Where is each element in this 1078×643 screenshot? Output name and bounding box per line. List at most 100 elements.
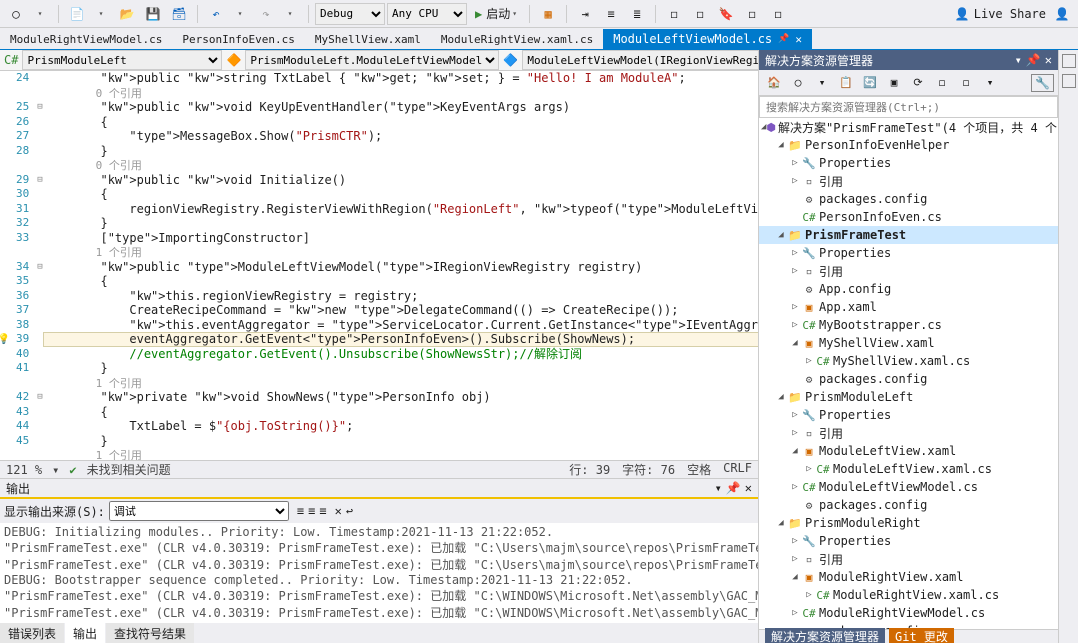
tree-node[interactable]: ⚙packages.config bbox=[759, 496, 1058, 514]
tree-node[interactable]: ◢📁PrismModuleLeft bbox=[759, 388, 1058, 406]
tree-node[interactable]: ▷🔧Properties bbox=[759, 406, 1058, 424]
open-file-icon[interactable]: 📂 bbox=[115, 3, 139, 25]
bottomtab-errors[interactable]: 错误列表 bbox=[0, 623, 64, 643]
nav-member-select[interactable]: ModuleLeftViewModel(IRegionViewRegistry … bbox=[522, 50, 758, 70]
tab-0[interactable]: ModuleRightViewModel.cs bbox=[0, 30, 172, 49]
tree-node[interactable]: ▷▫引用 bbox=[759, 172, 1058, 190]
strip-icon-1[interactable] bbox=[1062, 54, 1076, 68]
output-dropdown-icon[interactable]: ▾ bbox=[715, 481, 722, 495]
step-icon-1[interactable]: ⇥ bbox=[573, 3, 597, 25]
tree-node[interactable]: ◢📁PrismFrameTest bbox=[759, 226, 1058, 244]
tab-2[interactable]: MyShellView.xaml bbox=[305, 30, 431, 49]
nav-class-select[interactable]: PrismModuleLeft.ModuleLeftViewModel bbox=[245, 50, 499, 70]
redo-icon[interactable]: ↷ bbox=[254, 3, 278, 25]
bottomtab-output[interactable]: 输出 bbox=[65, 623, 105, 643]
se-t2[interactable]: 📋 bbox=[835, 72, 857, 94]
close-icon[interactable]: ✕ bbox=[795, 33, 802, 46]
output-clear-icon[interactable]: ✕ bbox=[335, 504, 342, 518]
step-icon-3[interactable]: ≣ bbox=[625, 3, 649, 25]
se-sync-icon[interactable]: 🔄 bbox=[859, 72, 881, 94]
nav-project-select[interactable]: PrismModuleLeft bbox=[22, 50, 222, 70]
tab-4-active[interactable]: ModuleLeftViewModel.cs 📌 ✕ bbox=[603, 29, 812, 49]
issues-text[interactable]: 未找到相关问题 bbox=[87, 461, 171, 478]
se-dropdown-icon[interactable]: ▾ bbox=[1015, 53, 1022, 67]
tree-node[interactable]: ▷C#ModuleLeftViewModel.cs bbox=[759, 478, 1058, 496]
tree-node[interactable]: ◢▣MyShellView.xaml bbox=[759, 334, 1058, 352]
tool-icon-5[interactable]: ◻ bbox=[766, 3, 790, 25]
tree-node[interactable]: ◢📁PrismModuleRight bbox=[759, 514, 1058, 532]
strip-icon-2[interactable] bbox=[1062, 74, 1076, 88]
tree-node[interactable]: ▷🔧Properties bbox=[759, 244, 1058, 262]
tree-node[interactable]: ⚙App.config bbox=[759, 280, 1058, 298]
bottomstatus-se[interactable]: 解决方案资源管理器 bbox=[765, 628, 885, 643]
tab-1[interactable]: PersonInfoEven.cs bbox=[172, 30, 305, 49]
se-properties-icon[interactable]: 🔧 bbox=[1031, 74, 1054, 92]
tree-node[interactable]: ▷▣App.xaml bbox=[759, 298, 1058, 316]
tree-node[interactable]: ▷🔧Properties bbox=[759, 532, 1058, 550]
save-icon[interactable]: 💾 bbox=[141, 3, 165, 25]
redo-dropdown[interactable]: ▾ bbox=[278, 3, 302, 25]
new-file-icon[interactable]: 📄 bbox=[65, 3, 89, 25]
se-search-input[interactable] bbox=[759, 96, 1058, 118]
undo-dropdown[interactable]: ▾ bbox=[228, 3, 252, 25]
user-icon[interactable]: 👤 bbox=[1050, 3, 1074, 25]
tree-node[interactable]: ▷▫引用 bbox=[759, 262, 1058, 280]
nav-back-icon[interactable]: ◯ bbox=[4, 3, 28, 25]
output-tool-3[interactable]: ≡ bbox=[319, 504, 326, 518]
nav-dropdown-icon[interactable]: ▾ bbox=[28, 3, 52, 25]
bottomstatus-git[interactable]: Git 更改 bbox=[889, 628, 954, 643]
tool-icon-1[interactable]: ▦ bbox=[536, 3, 560, 25]
tree-node[interactable]: ▷▫引用 bbox=[759, 424, 1058, 442]
platform-select[interactable]: Any CPU bbox=[387, 3, 467, 25]
se-t5[interactable]: ◻ bbox=[955, 72, 977, 94]
new-file-dropdown[interactable]: ▾ bbox=[89, 3, 113, 25]
liveshare-button[interactable]: Live Share bbox=[974, 7, 1046, 21]
zoom-level[interactable]: 121 % bbox=[6, 463, 42, 477]
output-wrap-icon[interactable]: ↩ bbox=[346, 504, 353, 518]
se-t5d[interactable]: ▾ bbox=[979, 72, 1001, 94]
se-home-icon[interactable]: 🏠 bbox=[763, 72, 785, 94]
config-select[interactable]: Debug bbox=[315, 3, 385, 25]
output-tool-1[interactable]: ≡ bbox=[297, 504, 304, 518]
solution-root-node[interactable]: ◢ ⬢ 解决方案"PrismFrameTest"(4 个项目，共 4 个) bbox=[759, 118, 1058, 136]
comment-icon[interactable]: ◻ bbox=[662, 3, 686, 25]
se-close-icon[interactable]: ✕ bbox=[1045, 53, 1052, 67]
tool-icon-4[interactable]: ◻ bbox=[740, 3, 764, 25]
tree-node[interactable]: ▷▫引用 bbox=[759, 550, 1058, 568]
tree-node[interactable]: ▷C#ModuleLeftView.xaml.cs bbox=[759, 460, 1058, 478]
se-pin-icon[interactable]: 📌 bbox=[1026, 53, 1041, 67]
tree-node[interactable]: ▷C#MyShellView.xaml.cs bbox=[759, 352, 1058, 370]
tree-node[interactable]: ◢📁PersonInfoEvenHelper bbox=[759, 136, 1058, 154]
tree-node[interactable]: ◢▣ModuleRightView.xaml bbox=[759, 568, 1058, 586]
tree-node[interactable]: ▷C#MyBootstrapper.cs bbox=[759, 316, 1058, 334]
se-refresh-icon[interactable]: ⟳ bbox=[907, 72, 929, 94]
output-source-select[interactable]: 调试 bbox=[109, 501, 289, 521]
se-t1d[interactable]: ▾ bbox=[811, 72, 833, 94]
tab-3[interactable]: ModuleRightView.xaml.cs bbox=[431, 30, 603, 49]
output-pin-icon[interactable]: 📌 bbox=[726, 481, 741, 495]
tree-node[interactable]: C#PersonInfoEven.cs bbox=[759, 208, 1058, 226]
code-editor[interactable]: 💡 24252627282930313233343536373839404142… bbox=[0, 71, 758, 460]
tree-node[interactable]: ◢▣ModuleLeftView.xaml bbox=[759, 442, 1058, 460]
output-close-icon[interactable]: ✕ bbox=[745, 481, 752, 495]
bookmark-icon[interactable]: 🔖 bbox=[714, 3, 738, 25]
se-t3[interactable]: ▣ bbox=[883, 72, 905, 94]
se-t1[interactable]: ◯ bbox=[787, 72, 809, 94]
tree-label: ModuleRightView.xaml.cs bbox=[831, 588, 999, 602]
solution-tree[interactable]: ◢ ⬢ 解决方案"PrismFrameTest"(4 个项目，共 4 个) ◢📁… bbox=[759, 118, 1058, 629]
uncomment-icon[interactable]: ◻ bbox=[688, 3, 712, 25]
start-debug-button[interactable]: ▶ 启动 ▾ bbox=[469, 3, 523, 25]
step-icon-2[interactable]: ≡ bbox=[599, 3, 623, 25]
tree-node[interactable]: ⚙packages.config bbox=[759, 190, 1058, 208]
pin-icon[interactable]: 📌 bbox=[778, 34, 789, 44]
tree-node[interactable]: ▷C#ModuleRightViewModel.cs bbox=[759, 604, 1058, 622]
se-t4[interactable]: ◻ bbox=[931, 72, 953, 94]
tree-node[interactable]: ⚙packages.config bbox=[759, 370, 1058, 388]
save-all-icon[interactable]: 🗃 bbox=[167, 3, 191, 25]
tree-node[interactable]: ▷C#ModuleRightView.xaml.cs bbox=[759, 586, 1058, 604]
undo-icon[interactable]: ↶ bbox=[204, 3, 228, 25]
output-text[interactable]: DEBUG: Initializing modules.. Priority: … bbox=[0, 523, 758, 623]
tree-node[interactable]: ▷🔧Properties bbox=[759, 154, 1058, 172]
output-tool-2[interactable]: ≡ bbox=[308, 504, 315, 518]
bottomtab-findsymbol[interactable]: 查找符号结果 bbox=[106, 623, 194, 643]
